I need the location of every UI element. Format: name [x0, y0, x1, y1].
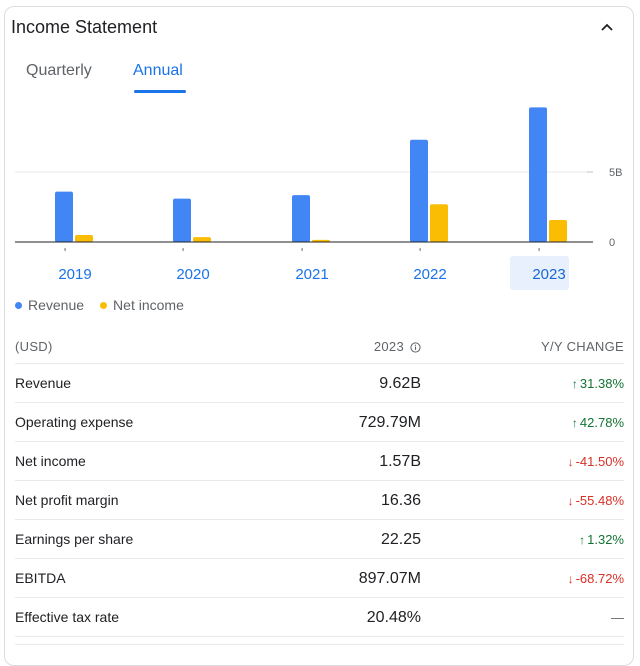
x-tick-label-2019[interactable]: 2019 [58, 266, 91, 283]
row-label: EBITDA [15, 570, 66, 586]
bar-revenue-2020[interactable] [173, 198, 191, 242]
table-row[interactable]: Net profit margin 16.36 ↓ -55.48% [15, 481, 624, 520]
table-row[interactable]: Revenue 9.62B ↑ 31.38% [15, 364, 624, 403]
row-change: ↓ -68.72% [568, 559, 624, 599]
x-tick-label-2023[interactable]: 2023 [532, 266, 565, 283]
table-row[interactable]: Earnings per share 22.25 ↑ 1.32% [15, 520, 624, 559]
row-change: ↓ -55.48% [568, 481, 624, 521]
row-value: 897.07M [358, 570, 421, 587]
bar-net-income-2019[interactable] [75, 235, 93, 242]
income-chart: 0 5B 2019 2020 2021 2022 2023 [0, 95, 640, 295]
x-tick-label-2022[interactable]: 2022 [413, 266, 446, 283]
change-value: -68.72% [575, 571, 624, 586]
row-change: ↑ 31.38% [572, 364, 624, 404]
x-tick-label-2021[interactable]: 2021 [295, 266, 328, 283]
info-icon[interactable] [410, 341, 421, 353]
net-income-dot-icon [100, 301, 108, 309]
row-label: Effective tax rate [15, 609, 120, 625]
change-value: 1.32% [587, 532, 624, 547]
tab-quarterly[interactable]: Quarterly [26, 62, 92, 80]
divider [15, 644, 624, 645]
change-value: 42.78% [579, 415, 624, 430]
row-value: 729.79M [358, 414, 421, 431]
row-value: 22.25 [380, 531, 421, 548]
row-label: Net profit margin [15, 492, 119, 508]
change-column-header: Y/Y CHANGE [541, 339, 624, 354]
arrow-down-icon: ↓ [567, 494, 574, 508]
table-row[interactable]: EBITDA 897.07M ↓ -68.72% [15, 559, 624, 598]
bar-revenue-2019[interactable] [55, 191, 73, 242]
bar-net-income-2020[interactable] [193, 237, 211, 242]
legend-item-revenue: Revenue [15, 297, 84, 313]
row-value: 9.62B [379, 375, 421, 392]
table-row[interactable]: Operating expense 729.79M ↑ 42.78% [15, 403, 624, 442]
financials-table: (USD) 2023 Y/Y CHANGE Revenue 9.62B ↑ 31.38… [15, 330, 624, 637]
row-value: 20.48% [366, 609, 421, 626]
legend-label: Net income [113, 297, 184, 313]
table-row[interactable]: Effective tax rate 20.48% — [15, 598, 624, 637]
arrow-up-icon: ↑ [571, 377, 578, 391]
row-value: 16.36 [380, 492, 421, 509]
row-label: Earnings per share [15, 531, 134, 547]
x-tick [182, 248, 184, 251]
year-column-header: 2023 [374, 330, 421, 364]
bar-net-income-2023[interactable] [549, 220, 567, 242]
table-header: (USD) 2023 Y/Y CHANGE [15, 330, 624, 364]
year-label: 2023 [373, 339, 404, 354]
row-label: Operating expense [15, 414, 134, 430]
bar-revenue-2022[interactable] [410, 139, 428, 242]
row-change: ↑ 1.32% [579, 520, 624, 560]
chart-legend: Revenue Net income [15, 297, 200, 313]
row-label: Net income [15, 453, 86, 469]
row-label: Revenue [15, 375, 72, 391]
change-value: -55.48% [575, 493, 624, 508]
y-tick-label: 5B [609, 167, 622, 179]
active-tab-indicator [134, 90, 186, 93]
change-value: -41.50% [575, 454, 624, 469]
table-row[interactable]: Net income 1.57B ↓ -41.50% [15, 442, 624, 481]
collapse-button[interactable] [598, 20, 616, 34]
tab-annual[interactable]: Annual [133, 62, 183, 80]
row-change: ↓ -41.50% [568, 442, 624, 482]
arrow-up-icon: ↑ [571, 416, 578, 430]
row-value: 1.57B [379, 453, 421, 470]
arrow-up-icon: ↑ [579, 533, 586, 547]
change-value: 31.38% [579, 376, 624, 391]
legend-item-net-income: Net income [100, 297, 184, 313]
bar-net-income-2022[interactable] [430, 204, 448, 242]
row-change: — [611, 598, 624, 637]
legend-label: Revenue [28, 297, 85, 313]
chevron-up-icon [601, 23, 613, 31]
bar-chart: 0 5B 2019 2020 2021 2022 2023 [15, 107, 622, 290]
bar-revenue-2023[interactable] [529, 107, 547, 242]
x-tick [419, 248, 421, 251]
change-value: — [611, 610, 624, 625]
y-tick-label: 0 [609, 237, 615, 249]
arrow-down-icon: ↓ [567, 572, 574, 586]
x-tick [538, 248, 540, 251]
x-tick-label-2020[interactable]: 2020 [176, 266, 209, 283]
x-tick [64, 248, 66, 251]
revenue-dot-icon [15, 301, 22, 309]
row-change: ↑ 42.78% [572, 403, 624, 443]
card-title: Income Statement [11, 17, 158, 37]
x-tick [301, 248, 303, 251]
bar-revenue-2021[interactable] [292, 195, 310, 242]
currency-label: (USD) [15, 339, 53, 354]
arrow-down-icon: ↓ [567, 455, 574, 469]
